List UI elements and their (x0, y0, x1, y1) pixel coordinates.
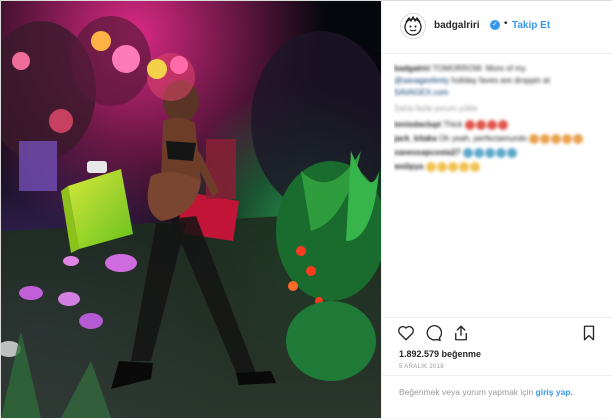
comment-item: tonisdaclupi Thick (394, 119, 604, 131)
post-photo[interactable] (1, 1, 381, 418)
post-caption: badgalriri TOMORROW. More of my @savagex… (394, 63, 604, 99)
comment-username[interactable]: jack_kitaka (394, 134, 437, 143)
emoji-icon (447, 161, 458, 172)
emoji-icon (425, 161, 436, 172)
emoji-icon (497, 119, 508, 130)
emoji-icon (458, 161, 469, 172)
comment-text: Oh yeah, perfectamundo (438, 134, 527, 143)
post-frame: badgalriri ✓ • Takip Et badgalriri TOMOR… (0, 0, 612, 418)
emoji-icon (475, 119, 486, 130)
emoji-icon (540, 133, 551, 144)
comment-username[interactable]: vanessapcosta27 (394, 148, 460, 157)
follow-button[interactable]: Takip Et (512, 20, 550, 31)
emoji-icon (464, 119, 475, 130)
action-bar (382, 317, 612, 350)
comment-item: vanessapcosta27 (394, 147, 604, 159)
caption-mention[interactable]: @savagexfenty (394, 76, 449, 85)
caption-text-2: holiday faves are droppin at (451, 76, 550, 85)
share-icon[interactable] (452, 324, 470, 342)
emoji-icon (551, 133, 562, 144)
emoji-icon (506, 147, 517, 158)
emoji-group (464, 119, 508, 130)
heart-icon[interactable] (397, 324, 415, 342)
likes-count[interactable]: 1.892.579 beğenme (399, 349, 481, 359)
comment-username[interactable]: tonisdaclupi (394, 120, 441, 129)
comment-icon[interactable] (424, 324, 442, 342)
login-prompt-message: Beğenmek veya yorum yapmak için (399, 387, 534, 397)
post-header: badgalriri ✓ • Takip Et (382, 1, 612, 54)
login-prompt-text: Beğenmek veya yorum yapmak için giriş ya… (399, 386, 599, 398)
emoji-icon (484, 147, 495, 158)
load-more-comments[interactable]: Daha fazla yorum yükle (394, 103, 604, 115)
login-link-rest[interactable]: yap. (556, 387, 573, 397)
comment-item: wolipya (394, 161, 604, 173)
emoji-icon (495, 147, 506, 158)
emoji-group (462, 147, 517, 158)
comment-text: Thick (443, 120, 463, 129)
post-username[interactable]: badgalriri (434, 20, 480, 31)
login-link[interactable]: giriş (536, 387, 554, 397)
comment-item: jack_kitaka Oh yeah, perfectamundo (394, 133, 604, 145)
login-prompt: Beğenmek veya yorum yapmak için giriş ya… (382, 375, 612, 419)
emoji-group (425, 161, 480, 172)
avatar[interactable] (400, 13, 426, 39)
post-date: 5 ARALIK 2018 (399, 364, 444, 370)
emoji-icon (436, 161, 447, 172)
emoji-icon (529, 133, 540, 144)
caption-link[interactable]: SAVAGEX.com (394, 87, 604, 99)
emoji-icon (573, 133, 584, 144)
emoji-icon (473, 147, 484, 158)
comments-section: badgalriri TOMORROW. More of my @savagex… (394, 63, 604, 313)
verified-badge-icon: ✓ (490, 20, 500, 30)
emoji-icon (486, 119, 497, 130)
caption-text-1: TOMORROW. More of my (432, 64, 526, 73)
emoji-icon (462, 147, 473, 158)
emoji-icon (562, 133, 573, 144)
bookmark-icon[interactable] (580, 324, 598, 342)
caption-username[interactable]: badgalriri (394, 64, 430, 73)
emoji-group (529, 133, 584, 144)
comment-username[interactable]: wolipya (394, 162, 423, 171)
post-side-panel: badgalriri ✓ • Takip Et badgalriri TOMOR… (381, 1, 612, 418)
separator-dot: • (504, 18, 508, 29)
emoji-icon (469, 161, 480, 172)
